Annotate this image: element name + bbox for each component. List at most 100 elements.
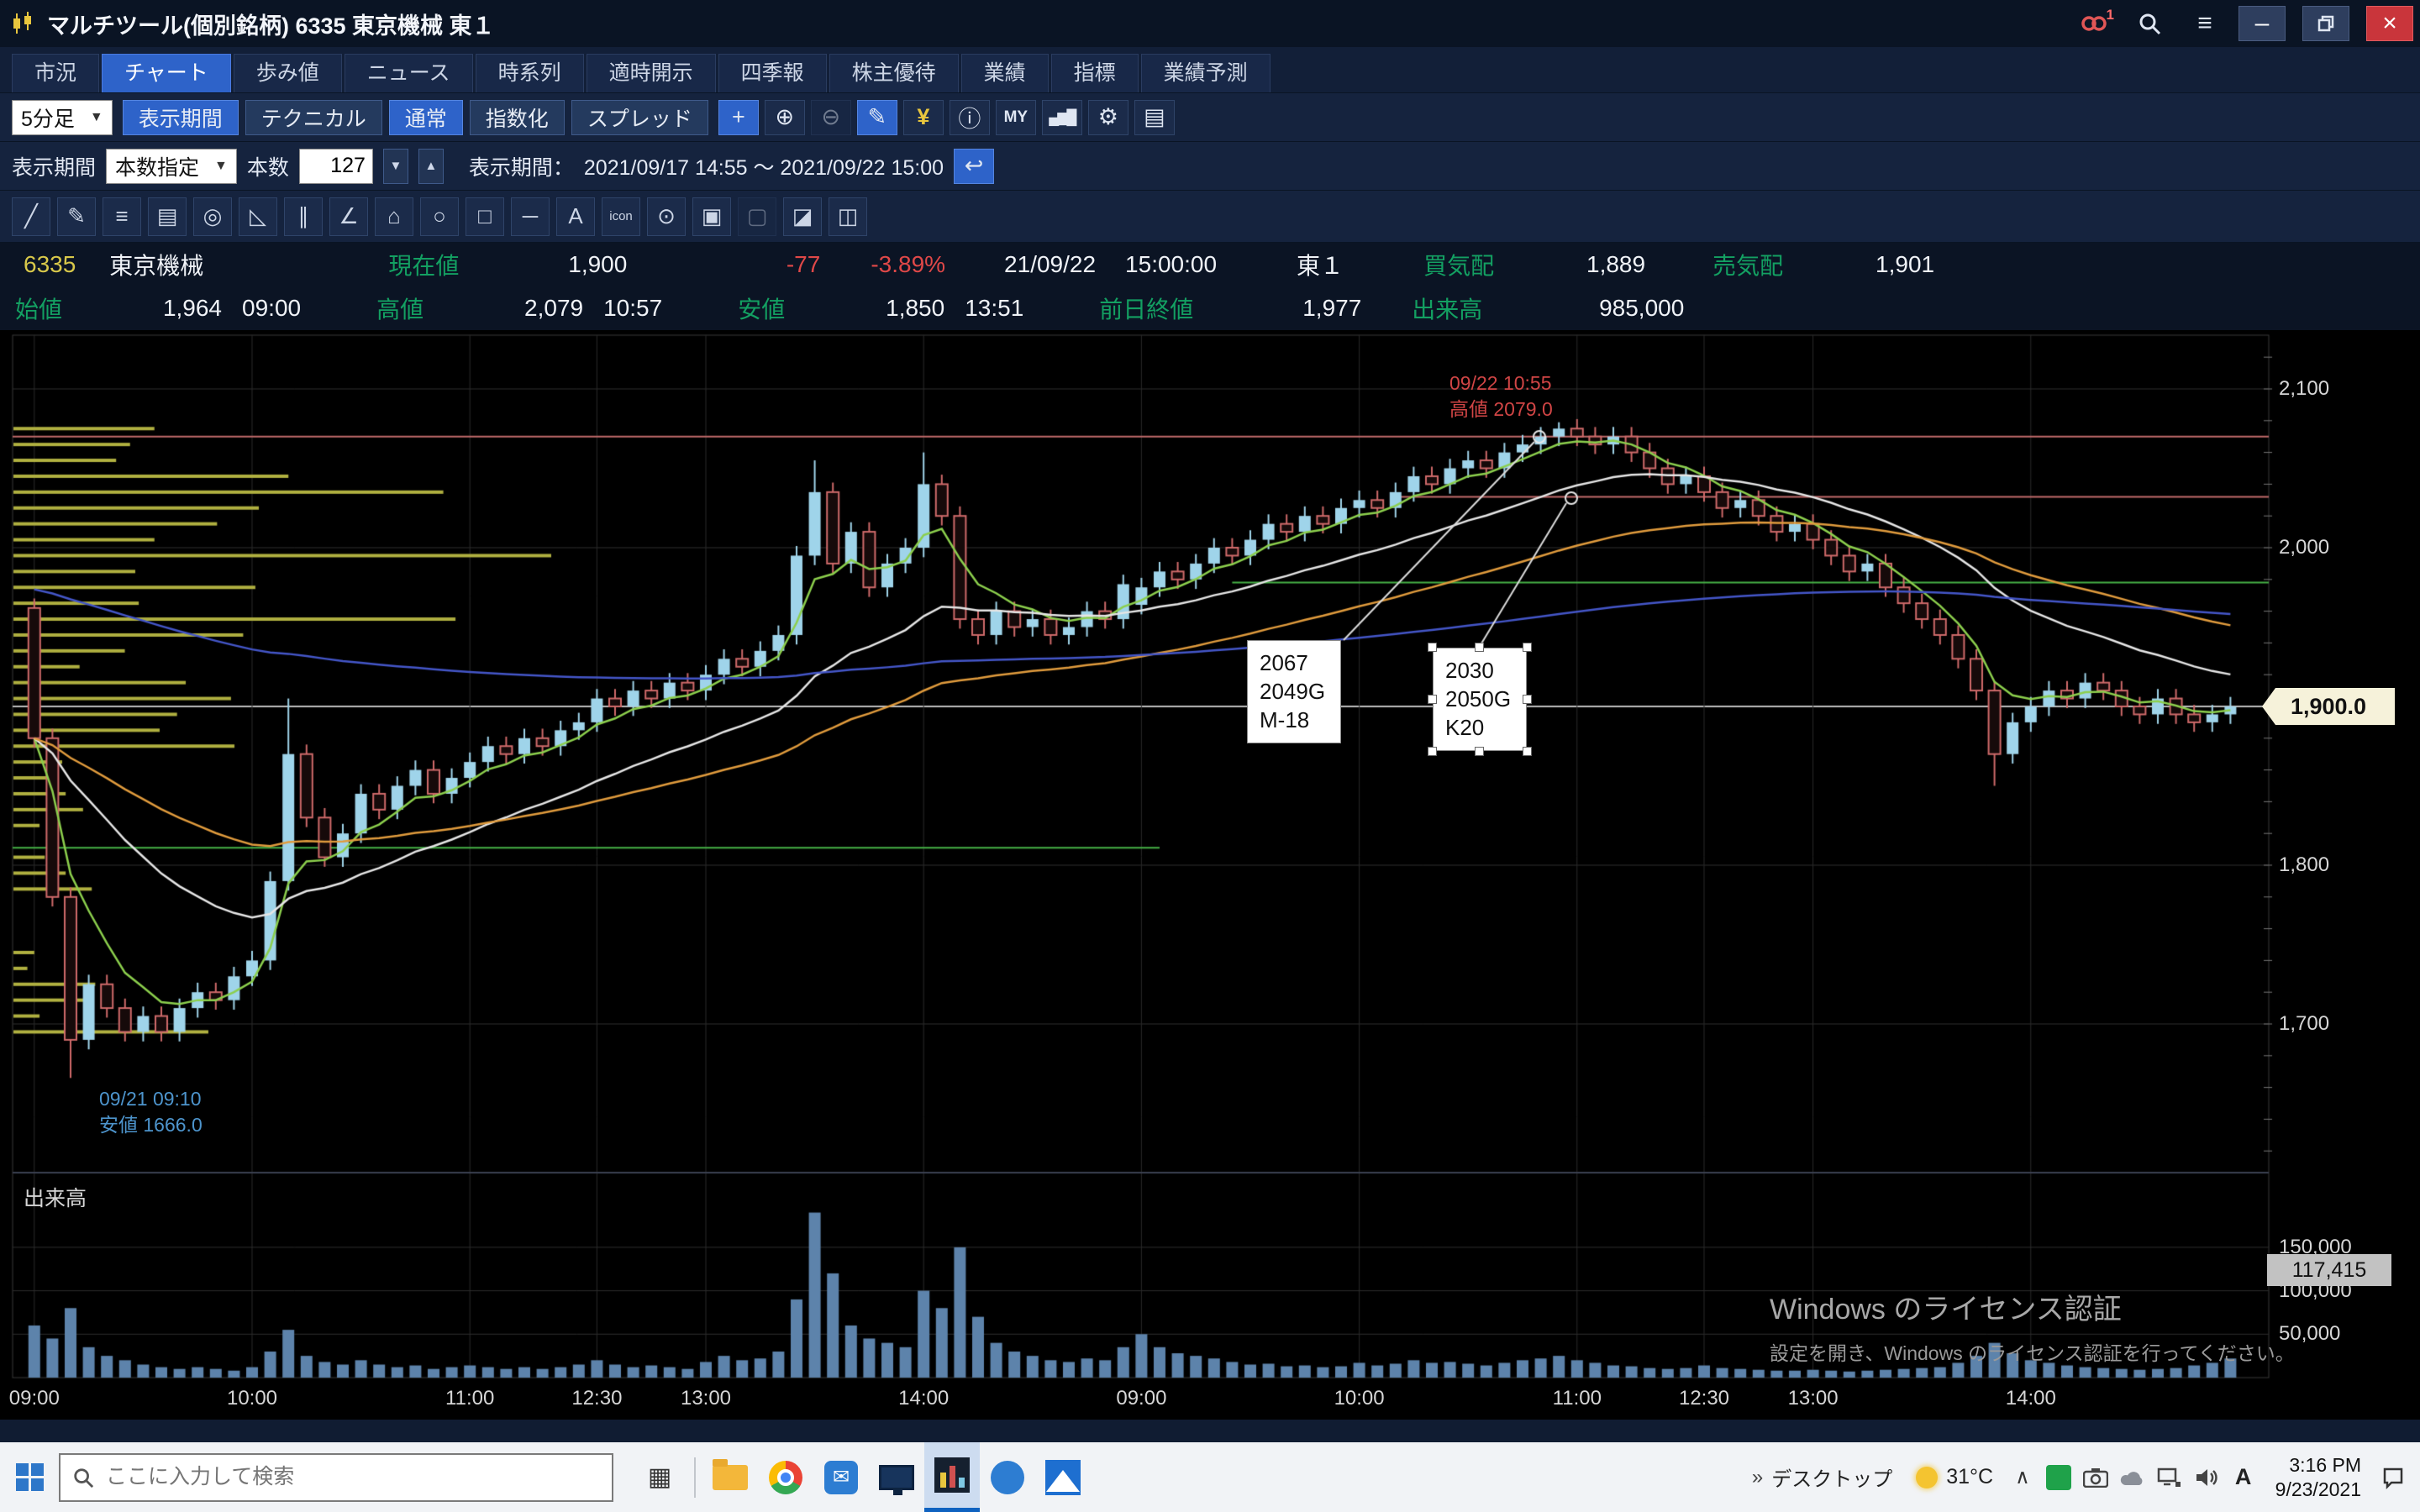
current-label: 現在値 xyxy=(388,248,459,281)
taskbar-clock[interactable]: 3:16 PM 9/23/2021 xyxy=(2275,1453,2361,1502)
tab[interactable]: チャート xyxy=(102,54,231,92)
tray-green-app-icon[interactable] xyxy=(2046,1465,2071,1490)
photos-icon[interactable] xyxy=(1035,1442,1091,1512)
count-up-button[interactable]: ▲ xyxy=(418,149,444,184)
start-button[interactable] xyxy=(0,1442,59,1512)
stock-code: 6335 xyxy=(24,251,76,278)
low-time: 13:51 xyxy=(965,295,1023,322)
toolbar-button[interactable]: テクニカル xyxy=(245,100,382,135)
desktop-toolbar-label[interactable]: デスクトップ xyxy=(1771,1462,1892,1492)
copy-icon[interactable]: ▣ xyxy=(692,197,731,236)
tab[interactable]: 指標 xyxy=(1051,54,1139,92)
quote-row-2: 始値 1,964 09:00 高値 2,079 10:57 安値 1,850 1… xyxy=(0,286,2420,330)
zoom-out-icon[interactable]: ⊖ xyxy=(811,100,851,135)
tab[interactable]: 株主優待 xyxy=(829,54,959,92)
minimize-button[interactable]: – xyxy=(2238,6,2286,41)
eraser-icon[interactable]: ◪ xyxy=(783,197,822,236)
my-chart-icon[interactable]: MY xyxy=(996,100,1036,135)
chrome-icon[interactable] xyxy=(758,1442,813,1512)
v-lines-icon[interactable]: ∥ xyxy=(284,197,323,236)
tab[interactable]: ニュース xyxy=(345,54,473,92)
search-icon[interactable] xyxy=(2128,5,2171,42)
pentagon-icon[interactable]: ⌂ xyxy=(375,197,413,236)
crosshair-plus-icon[interactable]: + xyxy=(718,100,759,135)
link-icon[interactable]: 1 xyxy=(2072,5,2116,42)
y-axis-label: 2,100 xyxy=(2279,377,2329,401)
circle-icon[interactable]: ○ xyxy=(420,197,459,236)
pencil-icon[interactable]: ✎ xyxy=(857,100,897,135)
fan-lines-icon[interactable]: ◺ xyxy=(239,197,277,236)
tab[interactable]: 業績 xyxy=(961,54,1049,92)
tray-volume-icon[interactable] xyxy=(2188,1457,2225,1498)
notification-center-icon[interactable] xyxy=(2375,1457,2412,1498)
resize-handle[interactable] xyxy=(1475,747,1484,756)
bar-count-input[interactable] xyxy=(300,153,372,179)
h-lines-icon[interactable]: ≡ xyxy=(103,197,141,236)
y-axis-label: 1,700 xyxy=(2279,1012,2329,1036)
icon-stamp-icon[interactable]: icon xyxy=(602,197,640,236)
tab[interactable]: 歩み値 xyxy=(234,54,342,92)
toolbar-button[interactable]: 通常 xyxy=(389,100,463,135)
explorer-icon[interactable] xyxy=(702,1442,758,1512)
select-box-icon[interactable]: ▢ xyxy=(738,197,776,236)
remote-desktop-icon[interactable] xyxy=(869,1442,924,1512)
tab[interactable]: 四季報 xyxy=(718,54,827,92)
restore-button[interactable] xyxy=(2302,6,2349,41)
pin-icon[interactable]: ⊙ xyxy=(647,197,686,236)
resize-handle[interactable] xyxy=(1523,747,1532,756)
toolbar-button[interactable]: スプレッド xyxy=(571,100,708,135)
toolbar-chevron-icon[interactable]: » xyxy=(1752,1466,1763,1489)
tray-network-icon[interactable] xyxy=(2151,1457,2188,1498)
toolbar-button[interactable]: 指数化 xyxy=(470,100,565,135)
close-button[interactable]: × xyxy=(2366,6,2413,41)
multitool-app-icon[interactable] xyxy=(924,1442,980,1512)
low-label: 安値 xyxy=(738,291,785,325)
mail-app-icon[interactable]: ✉ xyxy=(813,1442,869,1512)
text-a-icon[interactable]: A xyxy=(556,197,595,236)
yen-icon[interactable]: ¥ xyxy=(903,100,944,135)
task-view-icon[interactable]: ▦ xyxy=(632,1442,687,1512)
high-annotation: 09/22 10:55 高値 2079.0 xyxy=(1449,370,1553,423)
trend-line-icon[interactable]: ╱ xyxy=(12,197,50,236)
tab[interactable]: 業績予測 xyxy=(1141,54,1270,92)
count-mode-select[interactable]: 本数指定 ▼ xyxy=(106,149,237,184)
wrench-icon[interactable]: ⚙ xyxy=(1088,100,1128,135)
resize-handle[interactable] xyxy=(1523,643,1532,652)
tab[interactable]: 市況 xyxy=(12,54,99,92)
weather-widget[interactable]: 31°C xyxy=(1916,1465,1993,1489)
h-lines-dense-icon[interactable]: ▤ xyxy=(148,197,187,236)
h-segment-icon[interactable]: ─ xyxy=(511,197,550,236)
tab[interactable]: 時系列 xyxy=(476,54,584,92)
indicator-tooltip-1[interactable]: 2067 2049G M-18 xyxy=(1247,640,1341,743)
tray-cloud-icon[interactable] xyxy=(2114,1457,2151,1498)
count-label: 本数 xyxy=(247,151,289,181)
resize-handle[interactable] xyxy=(1428,643,1437,652)
search-input[interactable] xyxy=(104,1464,600,1490)
toolbar-button[interactable]: 表示期間 xyxy=(123,100,239,135)
zoom-in-icon[interactable]: ⊕ xyxy=(765,100,805,135)
indicator-tooltip-2[interactable]: 2030 2050G K20 xyxy=(1433,648,1527,751)
ime-mode-indicator[interactable]: A xyxy=(2225,1457,2262,1498)
resize-handle[interactable] xyxy=(1475,643,1484,652)
resize-handle[interactable] xyxy=(1428,747,1437,756)
count-down-button[interactable]: ▼ xyxy=(383,149,408,184)
area-chart-icon[interactable]: ▄▆█ xyxy=(1042,100,1082,135)
ruler-icon[interactable]: ✎ xyxy=(57,197,96,236)
resize-handle[interactable] xyxy=(1428,695,1437,704)
blue-circle-app-icon[interactable] xyxy=(980,1442,1035,1512)
tray-camera-icon[interactable] xyxy=(2077,1457,2114,1498)
price-chart-canvas[interactable] xyxy=(0,330,2420,1420)
undo-icon[interactable]: ↩ xyxy=(954,149,994,184)
info-icon[interactable]: ⓘ xyxy=(950,100,990,135)
angle-line-icon[interactable]: ∠ xyxy=(329,197,368,236)
tray-expand-icon[interactable]: ∧ xyxy=(2015,1465,2030,1489)
rectangle-icon[interactable]: □ xyxy=(466,197,504,236)
interval-select[interactable]: 5分足 ▼ xyxy=(12,100,113,135)
eraser-all-icon[interactable]: ◫ xyxy=(829,197,867,236)
resize-handle[interactable] xyxy=(1523,695,1532,704)
tab[interactable]: 適時開示 xyxy=(587,54,716,92)
fib-circle-icon[interactable]: ◎ xyxy=(193,197,232,236)
taskbar-search[interactable] xyxy=(59,1453,613,1502)
menu-icon[interactable]: ≡ xyxy=(2183,5,2227,42)
print-icon[interactable]: ▤ xyxy=(1134,100,1175,135)
